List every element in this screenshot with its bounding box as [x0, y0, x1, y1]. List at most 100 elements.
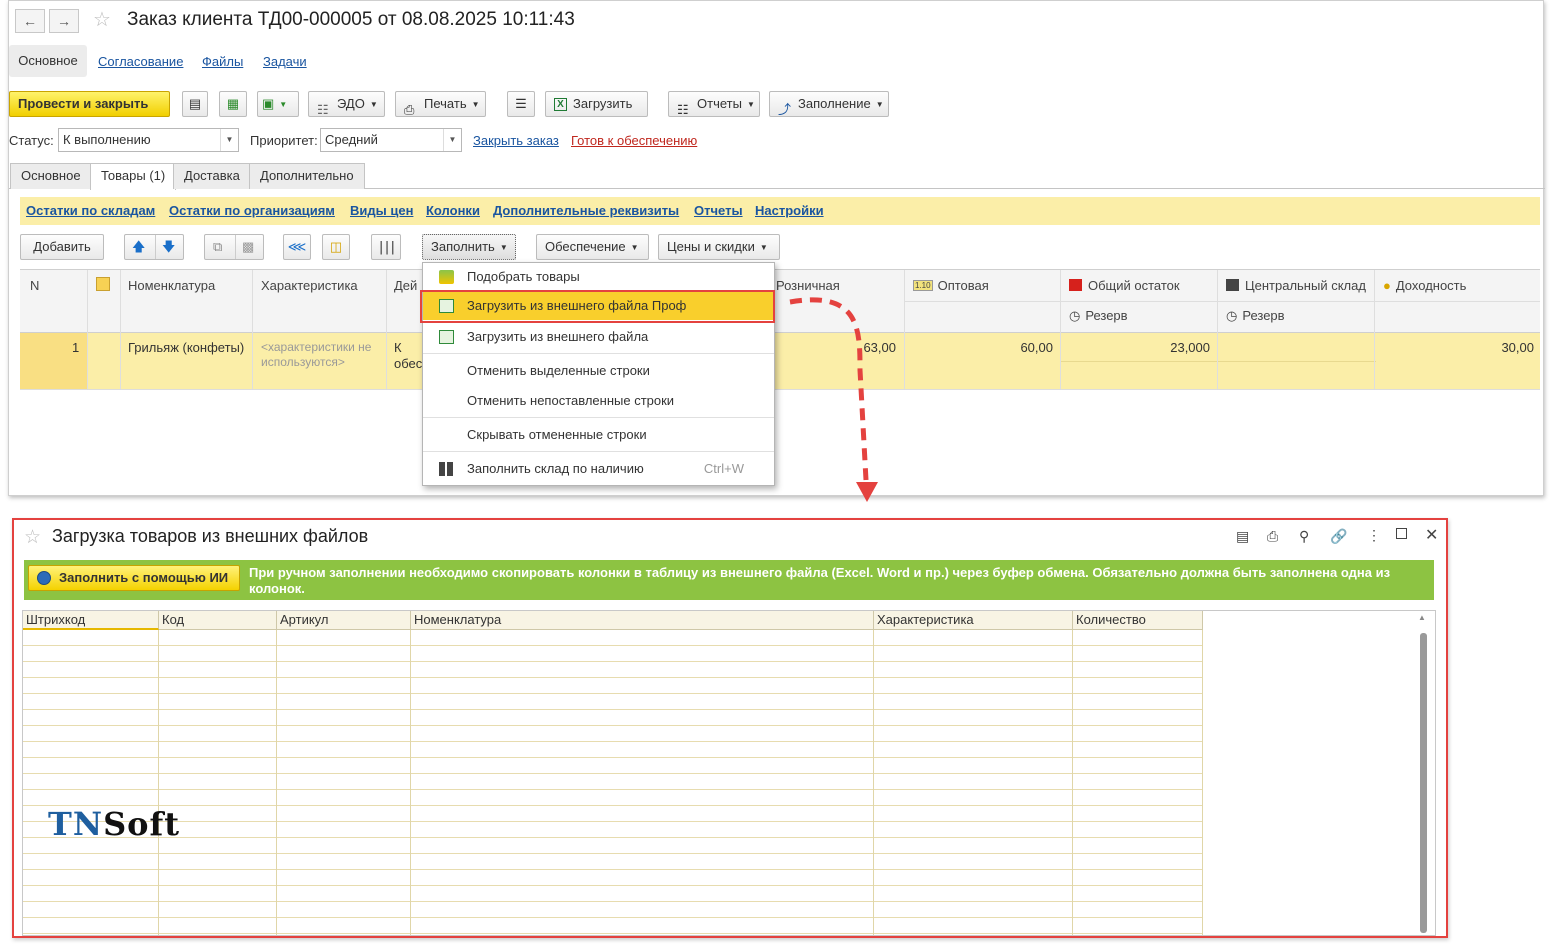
add-row-button[interactable]: Добавить — [20, 234, 104, 260]
link-columns[interactable]: Колонки — [426, 203, 480, 218]
status-select[interactable]: К выполнению ▼ — [58, 128, 239, 152]
load-button[interactable]: X Загрузить — [545, 91, 648, 117]
journal-button[interactable]: ☰ — [507, 91, 535, 117]
close-order-link[interactable]: Закрыть заказ — [473, 133, 559, 148]
link-reports[interactable]: Отчеты — [694, 203, 743, 218]
link-stock-by-organizations[interactable]: Остатки по организациям — [169, 203, 335, 218]
tab-main[interactable]: Основное — [10, 163, 92, 189]
pick-goods-icon — [439, 270, 454, 284]
floppy-icon: ▤ — [188, 96, 202, 111]
post-button[interactable]: ▦ — [219, 91, 247, 117]
save-button[interactable]: ▤ — [182, 91, 208, 117]
more-icon[interactable]: ⋮ — [1367, 527, 1381, 544]
post-and-close-button[interactable]: Провести и закрыть — [9, 91, 170, 117]
col-central-stock[interactable]: Центральный склад — [1226, 278, 1366, 293]
favorite-star-icon[interactable]: ☆ — [24, 526, 41, 549]
link-stock-by-warehouses[interactable]: Остатки по складам — [26, 203, 155, 218]
barcode-icon: ||| — [377, 240, 397, 255]
tab-goods[interactable]: Товары (1) — [90, 163, 177, 190]
row-action-a: К — [394, 340, 402, 355]
printer-icon: ⎙ — [404, 101, 415, 117]
chevron-down-icon: ▼ — [220, 129, 238, 151]
paste-icon[interactable]: ▩ — [242, 235, 254, 259]
menu-item-cancel-unsupplied[interactable]: Отменить непоставленные строки — [423, 387, 774, 415]
back-button[interactable]: ← — [15, 9, 45, 33]
row-characteristic[interactable]: <характеристики не используются> — [261, 340, 381, 370]
priority-select[interactable]: Средний ▼ — [320, 128, 462, 152]
price-tag-icon: 1.10 — [913, 280, 933, 291]
create-based-button[interactable]: ▣ ▼ — [257, 91, 299, 117]
favorite-star-icon[interactable]: ☆ — [93, 7, 111, 32]
print-icon[interactable]: ⎙ — [1267, 528, 1278, 545]
link-price-types[interactable]: Виды цен — [350, 203, 413, 218]
row-wholesale: 60,00 — [1020, 340, 1053, 355]
menu-item-load-file[interactable]: Загрузить из внешнего файла — [423, 323, 774, 351]
menu-item-hide-cancelled[interactable]: Скрывать отмененные строки — [423, 421, 774, 449]
col-total-stock[interactable]: Общий остаток — [1069, 278, 1180, 293]
row-total-stock: 23,000 — [1170, 340, 1210, 355]
split-row-button[interactable]: ⋘ — [283, 234, 311, 260]
nav-tab-tasks[interactable]: Задачи — [263, 54, 307, 69]
edo-button[interactable]: ☷ ЭДО ▼ — [308, 91, 385, 117]
pick-button[interactable]: ◫ — [322, 234, 350, 260]
fill-with-ai-button[interactable]: Заполнить с помощью ИИ — [28, 565, 240, 591]
col-n[interactable]: N — [30, 278, 39, 293]
link-icon[interactable]: 🔗 — [1330, 528, 1347, 545]
goods-links-bar: Остатки по складам Остатки по организаци… — [20, 197, 1540, 225]
col-reserve[interactable]: ◷ Резерв — [1069, 308, 1128, 324]
nav-tab-approval[interactable]: Согласование — [98, 54, 183, 69]
arrow-down-icon[interactable]: 🡇 — [162, 235, 175, 259]
ready-for-provision-link[interactable]: Готов к обеспечению — [571, 133, 697, 148]
col-profit[interactable]: ● Доходность — [1383, 278, 1466, 293]
col-wholesale[interactable]: 1.10 Оптовая — [913, 278, 989, 293]
reports-button[interactable]: ☷ Отчеты ▼ — [668, 91, 760, 117]
col-nomenclature[interactable]: Номенклатура — [411, 611, 874, 630]
col-nomenclature[interactable]: Номенклатура — [128, 278, 215, 293]
col-article[interactable]: Артикул — [277, 611, 411, 630]
col-characteristic[interactable]: Характеристика — [874, 611, 1073, 630]
menu-item-fill-warehouse[interactable]: Заполнить склад по наличию Ctrl+W — [423, 455, 774, 483]
vertical-scrollbar[interactable] — [1420, 633, 1427, 933]
import-table[interactable]: Штрихкод Код Артикул Номенклатура Характ… — [22, 610, 1436, 936]
fill-dropdown-button[interactable]: Заполнить ▼ — [422, 234, 516, 260]
fill-dropdown-menu: Подобрать товары Загрузить из внешнего ф… — [420, 262, 775, 486]
create-based-icon: ▣ — [262, 96, 275, 111]
clock-icon: ◷ — [1226, 308, 1238, 323]
edo-icon: ☷ — [317, 101, 329, 117]
scroll-up-icon[interactable]: ▲ — [1418, 613, 1426, 622]
nav-tab-files[interactable]: Файлы — [202, 54, 243, 69]
col-code[interactable]: Код — [159, 611, 277, 630]
reports-icon: ☷ — [677, 101, 689, 117]
col-action[interactable]: Дей — [394, 278, 417, 293]
print-button[interactable]: ⎙ Печать ▼ — [395, 91, 486, 117]
barcode-button[interactable]: ||| — [371, 234, 401, 260]
split-icon: ⋘ — [287, 239, 307, 254]
menu-item-pick-goods[interactable]: Подобрать товары — [423, 263, 774, 291]
col-barcode[interactable]: Штрихкод — [23, 611, 159, 630]
shortcut-label: Ctrl+W — [703, 461, 744, 476]
link-extra-attributes[interactable]: Дополнительные реквизиты — [493, 203, 679, 218]
arrow-up-icon[interactable]: 🡅 — [132, 235, 145, 259]
row-nomenclature[interactable]: Грильяж (конфеты) — [128, 340, 244, 355]
link-settings[interactable]: Настройки — [755, 203, 824, 218]
ai-robot-icon — [37, 571, 51, 585]
tab-additional[interactable]: Дополнительно — [249, 163, 365, 189]
col-characteristic[interactable]: Характеристика — [261, 278, 358, 293]
col-reserve-central[interactable]: ◷ Резерв — [1226, 308, 1285, 324]
filling-button[interactable]: ⤴ Заполнение ▼ — [769, 91, 889, 117]
maximize-icon[interactable] — [1396, 528, 1407, 539]
coins-icon: ● — [1383, 278, 1391, 293]
forward-button[interactable]: → — [49, 9, 79, 33]
copy-icon[interactable]: ⧉ — [213, 235, 222, 259]
menu-item-cancel-selected[interactable]: Отменить выделенные строки — [423, 357, 774, 385]
save-icon[interactable]: ▤ — [1236, 528, 1249, 545]
provision-button[interactable]: Обеспечение ▼ — [536, 234, 649, 260]
folder-icon: ◫ — [329, 239, 343, 254]
nav-tab-main[interactable]: Основное — [9, 45, 87, 77]
preview-icon[interactable]: ⚲ — [1299, 528, 1309, 545]
tab-delivery[interactable]: Доставка — [173, 163, 251, 189]
move-buttons: 🡅 🡇 — [124, 234, 184, 260]
col-quantity[interactable]: Количество — [1073, 611, 1203, 630]
close-icon[interactable]: ✕ — [1425, 525, 1438, 545]
prices-discounts-button[interactable]: Цены и скидки ▼ — [658, 234, 780, 260]
